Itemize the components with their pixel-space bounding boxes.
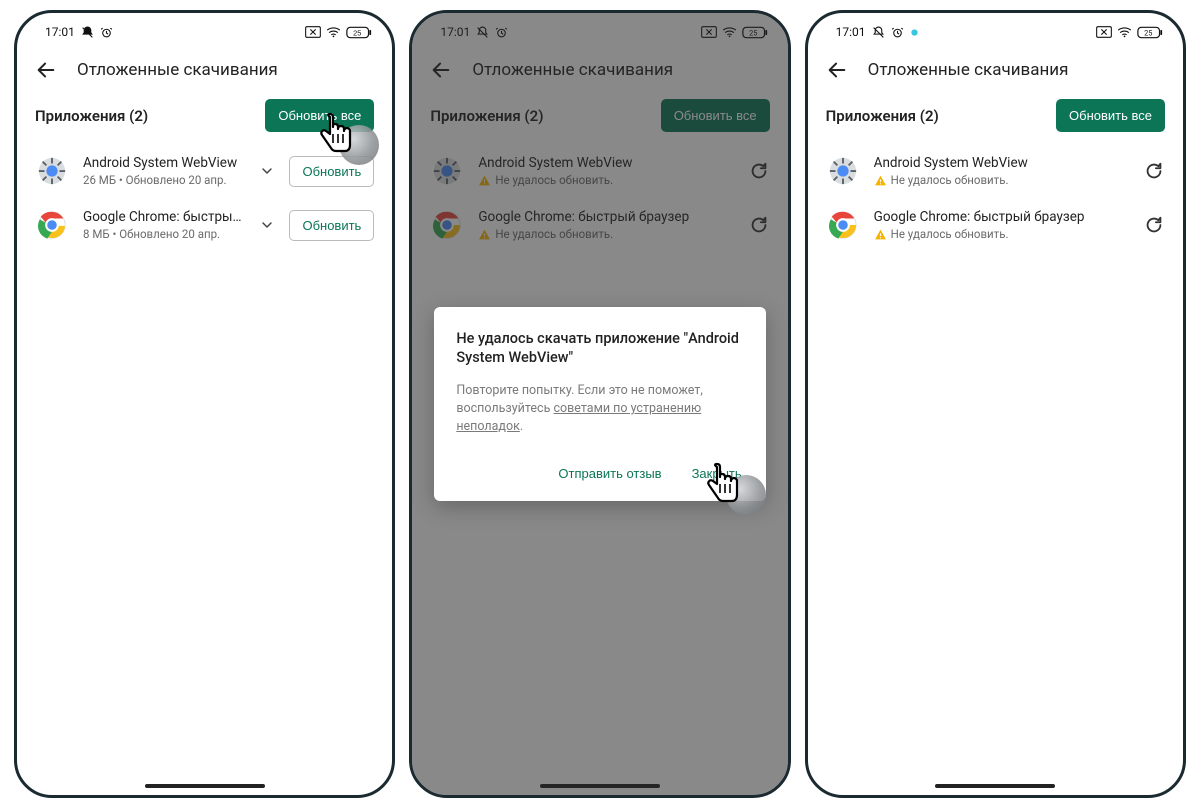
status-bar: 17:01 25	[808, 19, 1183, 45]
phone-frame-2: 17:01 25 Отложенные скачивания Приложени…	[409, 10, 790, 798]
back-arrow-icon[interactable]	[826, 59, 848, 81]
status-bar: 17:01 25	[17, 19, 392, 45]
section-title: Приложения (2)	[35, 107, 148, 125]
update-button-webview[interactable]: Обновить	[289, 156, 374, 187]
alarm-icon	[891, 26, 904, 39]
app-name: Google Chrome: быстрый браузер	[874, 209, 1129, 225]
home-indicator[interactable]	[935, 784, 1055, 788]
status-time: 17:01	[45, 25, 75, 39]
dialog-scrim[interactable]: Не удалось скачать приложение "Android S…	[412, 13, 787, 795]
error-dialog: Не удалось скачать приложение "Android S…	[434, 307, 765, 502]
dialog-body: Повторите попытку. Если это не поможет, …	[456, 382, 743, 436]
card-x-icon	[305, 26, 321, 38]
bell-off-icon	[872, 26, 885, 39]
update-all-button[interactable]: Обновить все	[1056, 99, 1165, 132]
chrome-app-icon	[35, 208, 69, 242]
phone-frame-3: 17:01 25 Отложенные скачивания Приложени…	[805, 10, 1186, 798]
back-arrow-icon[interactable]	[35, 59, 57, 81]
section-header: Приложения (2) Обновить все	[808, 99, 1183, 144]
page-title: Отложенные скачивания	[77, 60, 278, 80]
app-row-webview[interactable]: Android System WebView 26 МБ • Обновлено…	[17, 144, 392, 198]
svg-text:25: 25	[1144, 28, 1152, 37]
app-bar: Отложенные скачивания	[17, 45, 392, 99]
dialog-title: Не удалось скачать приложение "Android S…	[456, 329, 743, 368]
webview-app-icon	[35, 154, 69, 188]
app-name: Google Chrome: быстрый браузер	[83, 209, 245, 225]
chevron-down-icon[interactable]	[259, 217, 275, 233]
retry-icon[interactable]	[1143, 160, 1165, 182]
app-bar: Отложенные скачивания	[808, 45, 1183, 99]
wifi-icon	[1117, 26, 1132, 38]
chrome-app-icon	[826, 208, 860, 242]
app-subtext: 8 МБ • Обновлено 20 апр.	[83, 227, 245, 241]
svg-text:25: 25	[354, 28, 362, 37]
alarm-icon	[100, 26, 113, 39]
app-subtext: 26 МБ • Обновлено 20 апр.	[83, 173, 245, 187]
webview-app-icon	[826, 154, 860, 188]
chevron-down-icon[interactable]	[259, 163, 275, 179]
warning-icon	[874, 228, 887, 241]
wifi-icon	[326, 26, 341, 38]
battery-icon: 25	[346, 26, 372, 39]
app-subtext: Не удалось обновить.	[874, 173, 1129, 187]
send-feedback-button[interactable]: Отправить отзыв	[556, 458, 663, 489]
section-title: Приложения (2)	[826, 107, 939, 125]
battery-icon: 25	[1137, 26, 1163, 39]
status-time: 17:01	[836, 25, 866, 39]
page-title: Отложенные скачивания	[868, 60, 1069, 80]
phone-frame-1: 17:01 25 Отложенные скачивания Приложени…	[14, 10, 395, 798]
app-name: Android System WebView	[83, 155, 245, 171]
bell-off-icon	[81, 26, 94, 39]
dot-icon	[910, 28, 919, 37]
app-row-chrome[interactable]: Google Chrome: быстрый браузер Не удалос…	[808, 198, 1183, 252]
app-name: Android System WebView	[874, 155, 1129, 171]
app-subtext: Не удалось обновить.	[874, 227, 1129, 241]
home-indicator[interactable]	[145, 784, 265, 788]
retry-icon[interactable]	[1143, 214, 1165, 236]
app-row-chrome[interactable]: Google Chrome: быстрый браузер 8 МБ • Об…	[17, 198, 392, 252]
update-button-chrome[interactable]: Обновить	[289, 210, 374, 241]
update-all-button[interactable]: Обновить все	[265, 99, 374, 132]
card-x-icon	[1096, 26, 1112, 38]
close-dialog-button[interactable]: Закрыть	[690, 458, 744, 489]
app-row-webview[interactable]: Android System WebView Не удалось обнови…	[808, 144, 1183, 198]
warning-icon	[874, 174, 887, 187]
section-header: Приложения (2) Обновить все	[17, 99, 392, 144]
